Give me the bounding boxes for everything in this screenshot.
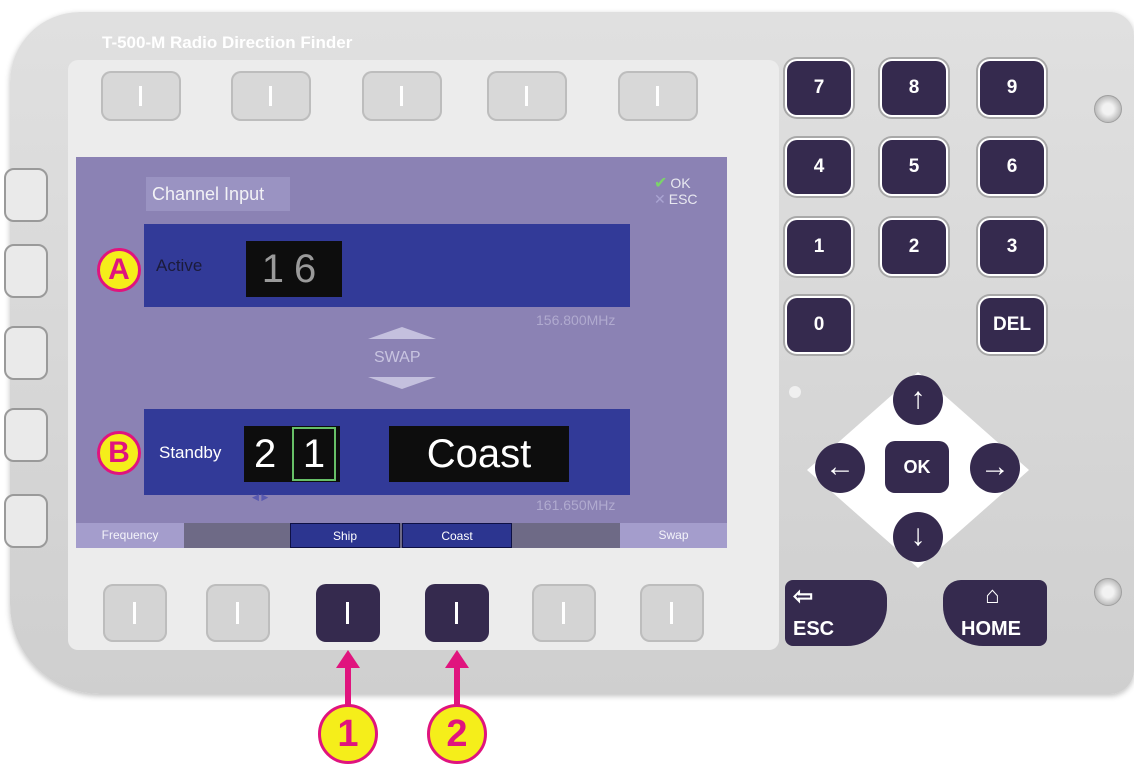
check-icon: ✔ (654, 175, 668, 192)
standby-digit-2-selected[interactable]: 1 (292, 427, 336, 481)
ok-key[interactable]: OK (885, 441, 949, 493)
side-button-2[interactable] (4, 244, 48, 298)
side-button-1[interactable] (4, 168, 48, 222)
top-softkey-5[interactable] (618, 71, 698, 121)
display-screen: Channel Input ✔ OK ✕ ESC Active 16 156.800… (76, 157, 727, 548)
arrow-up-key[interactable]: ↑ (893, 375, 943, 425)
ok-hint-label: OK (670, 175, 691, 191)
side-button-5[interactable] (4, 494, 48, 548)
callout-arrow-2-shaft (454, 666, 460, 708)
key-1[interactable]: 1 (787, 220, 851, 274)
screw-top (1094, 95, 1122, 123)
callout-arrow-1-shaft (345, 666, 351, 708)
callout-2: 2 (427, 704, 487, 764)
digit-cursor-arrows-icon: ◀ ▶ (252, 492, 269, 502)
key-6[interactable]: 6 (980, 140, 1044, 194)
home-key-label: HOME (961, 618, 1021, 640)
key-5[interactable]: 5 (882, 140, 946, 194)
callout-1: 1 (318, 704, 378, 764)
cross-icon: ✕ (654, 191, 666, 207)
back-arrow-icon: ⇦ (793, 583, 814, 610)
top-softkey-4[interactable] (487, 71, 567, 121)
arrow-right-key[interactable]: → (970, 443, 1020, 493)
standby-channel-panel: Standby 2 1 Coast (144, 409, 630, 495)
side-button-4[interactable] (4, 408, 48, 462)
top-softkey-1[interactable] (101, 71, 181, 121)
bottom-softkey-coast[interactable] (425, 584, 489, 642)
key-0[interactable]: 0 (787, 298, 851, 352)
bottom-softkey-6[interactable] (640, 584, 704, 642)
active-channel-panel: Active 16 (144, 224, 630, 307)
arrow-left-key[interactable]: ← (815, 443, 865, 493)
active-label: Active (156, 256, 203, 275)
standby-frequency: 161.650MHz (536, 497, 616, 513)
softkey-tab-ship: Ship (290, 523, 400, 548)
bottom-softkey-1[interactable] (103, 584, 167, 642)
arrow-down-key[interactable]: ↓ (893, 512, 943, 562)
swap-down-arrow-icon (368, 377, 436, 389)
standby-label: Standby (159, 443, 222, 462)
key-del[interactable]: DEL (980, 298, 1044, 352)
esc-key[interactable]: ⇦ ESC (785, 580, 887, 646)
key-4[interactable]: 4 (787, 140, 851, 194)
device-title: T-500-M Radio Direction Finder (102, 33, 353, 52)
home-key[interactable]: ⌂ HOME (943, 580, 1047, 646)
top-softkey-3[interactable] (362, 71, 442, 121)
key-2[interactable]: 2 (882, 220, 946, 274)
ok-hint: ✔ OK (654, 173, 691, 193)
bottom-softkey-5[interactable] (532, 584, 596, 642)
key-9[interactable]: 9 (980, 61, 1044, 115)
standby-digit-1[interactable]: 2 (254, 426, 284, 482)
esc-hint: ✕ ESC (654, 191, 698, 208)
esc-hint-label: ESC (668, 191, 698, 207)
softkey-tab-coast: Coast (402, 523, 512, 548)
bottom-softkey-ship[interactable] (316, 584, 380, 642)
callout-b: B (97, 431, 141, 475)
status-led (789, 386, 801, 398)
softkey-tab-frequency: Frequency (76, 523, 184, 548)
callout-a: A (97, 248, 141, 292)
swap-label: SWAP (374, 349, 421, 366)
home-icon: ⌂ (985, 582, 1000, 609)
screen-title: Channel Input (146, 177, 290, 211)
esc-key-label: ESC (793, 618, 835, 640)
softkey-label-bar: Frequency Ship Coast Swap (76, 523, 727, 548)
screw-bottom (1094, 578, 1122, 606)
swap-up-arrow-icon (368, 327, 436, 339)
key-8[interactable]: 8 (882, 61, 946, 115)
key-7[interactable]: 7 (787, 61, 851, 115)
softkey-tab-swap: Swap (620, 523, 727, 548)
side-button-3[interactable] (4, 326, 48, 380)
active-frequency: 156.800MHz (536, 312, 616, 328)
key-3[interactable]: 3 (980, 220, 1044, 274)
standby-mode-value: Coast (389, 426, 569, 482)
bottom-softkey-2[interactable] (206, 584, 270, 642)
top-softkey-2[interactable] (231, 71, 311, 121)
active-channel-value: 16 (246, 241, 342, 297)
